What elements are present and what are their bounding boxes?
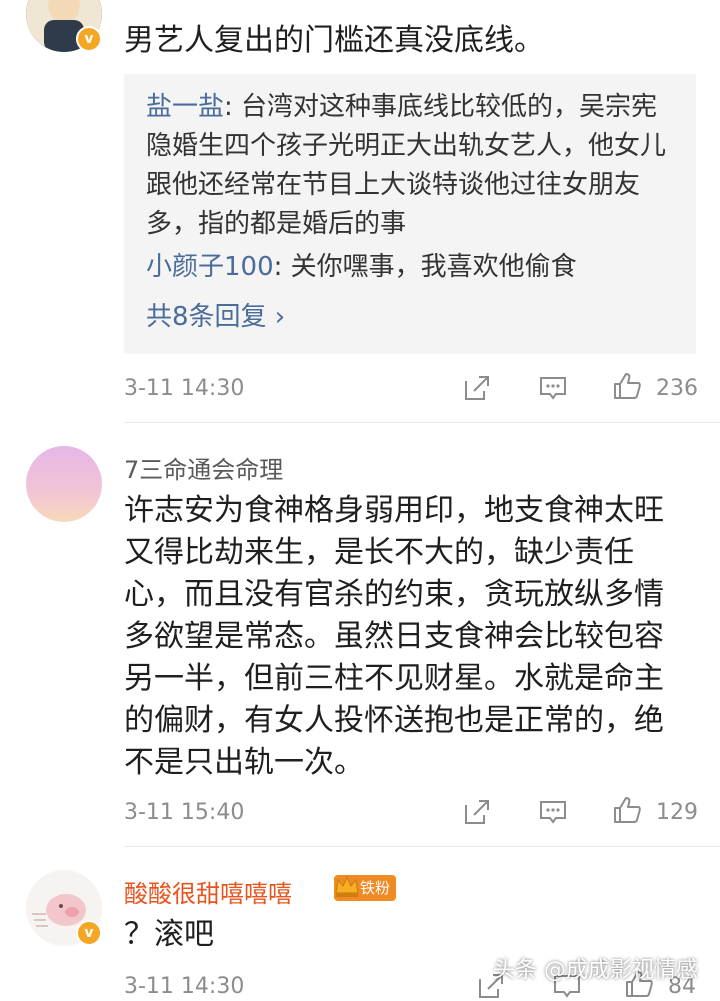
like-count: 129: [656, 800, 698, 825]
reply-username[interactable]: 盐一盐: [146, 92, 224, 122]
share-icon[interactable]: [462, 797, 492, 827]
comment-text: 男艺人复出的门槛还真没底线。: [124, 23, 544, 58]
timestamp: 3-11 14:30: [124, 376, 245, 401]
reply-item[interactable]: 小颜子100: 关你嘿事，我喜欢他偷食: [146, 248, 676, 287]
comment-icon[interactable]: [538, 797, 568, 827]
reply-item[interactable]: 盐一盐: 台湾对这种事底线比较低的，吴宗宪隐婚生四个孩子光明正大出轨女艺人，他女…: [146, 88, 676, 244]
avatar[interactable]: [26, 446, 102, 522]
reply-box[interactable]: 盐一盐: 台湾对这种事底线比较低的，吴宗宪隐婚生四个孩子光明正大出轨女艺人，他女…: [124, 74, 696, 354]
divider: [124, 846, 720, 847]
reply-content: : 台湾对这种事底线比较低的，吴宗宪隐婚生四个孩子光明正大出轨女艺人，他女儿跟他…: [146, 92, 667, 239]
like-icon[interactable]: [612, 371, 642, 401]
comment-icon[interactable]: [538, 373, 568, 403]
fan-badge: 铁粉: [334, 875, 397, 901]
share-icon[interactable]: [462, 373, 492, 403]
comment-text: 许志安为食神格身弱用印，地支食神太旺又得比劫来生，是长不大的，缺少责任心，而且没…: [124, 493, 664, 780]
reply-username[interactable]: 小颜子100: [146, 252, 274, 282]
crown-icon: [335, 875, 359, 897]
verified-icon: v: [76, 26, 102, 52]
comment-text: ？滚吧: [124, 917, 214, 952]
timestamp: 3-11 15:40: [124, 800, 245, 825]
username[interactable]: 酸酸很甜嘻嘻嘻: [124, 874, 292, 909]
verified-icon: v: [76, 920, 102, 946]
view-more-replies-link[interactable]: 共8条回复 ›: [146, 296, 285, 333]
divider: [124, 422, 720, 423]
like-count: 236: [656, 376, 698, 401]
watermark: 头条 @成成影视情感: [493, 958, 698, 983]
comment-item: 7三命通会命理 许志安为食神格身弱用印，地支食神太旺又得比劫来生，是长不大的，缺…: [0, 424, 720, 844]
comment-item: v 男艺人复出的门槛还真没底线。 盐一盐: 台湾对这种事底线比较低的，吴宗宪隐婚…: [0, 0, 720, 420]
timestamp: 3-11 14:30: [124, 974, 245, 999]
reply-content: : 关你嘿事，我喜欢他偷食: [273, 252, 577, 282]
username[interactable]: 7三命通会命理: [124, 450, 283, 485]
fan-badge-label: 铁粉: [360, 879, 391, 897]
like-icon[interactable]: [612, 795, 642, 825]
